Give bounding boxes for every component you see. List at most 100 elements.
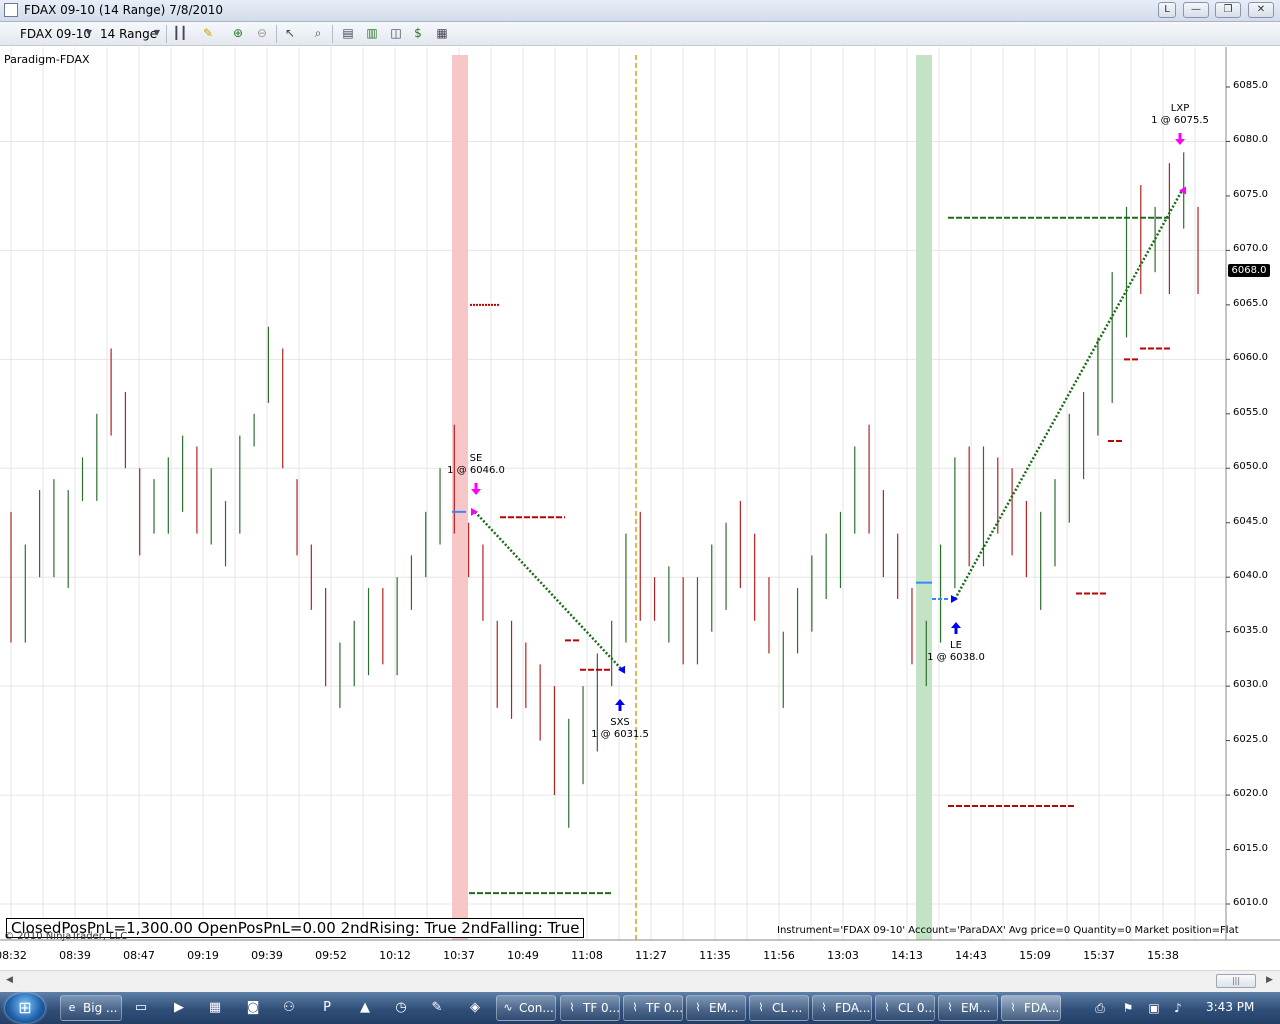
trade-annotation: SE 1 @ 6046.0 — [447, 453, 505, 477]
scroll-thumb[interactable]: ||| — [1216, 974, 1256, 988]
chart-window-icon: ⌇ — [758, 1001, 764, 1014]
taskbar-item-chart-active[interactable]: ⌇ FDA... — [1001, 995, 1061, 1021]
time-axis-label: 08:47 — [123, 949, 155, 962]
scroll-right-icon[interactable]: ▶ — [1266, 975, 1273, 985]
time-axis-label: 11:27 — [635, 949, 667, 962]
price-axis-label: 6070.0 — [1233, 243, 1268, 255]
time-axis-label: 15:09 — [1019, 949, 1051, 962]
taskbar-item-control-center[interactable]: ∿ Con... — [496, 995, 556, 1021]
clock-app-icon[interactable]: ◷ — [392, 999, 410, 1017]
long-entry-zone — [916, 55, 932, 940]
trade-annotation: LE 1 @ 6038.0 — [927, 640, 985, 664]
indicators-icon[interactable]: ▥ — [364, 25, 380, 41]
taskbar-item-chart[interactable]: ⌇ EM... — [686, 995, 746, 1021]
cursor-pointer-icon[interactable]: ↖ — [282, 25, 298, 41]
trade-annotation-label: SE — [469, 453, 483, 464]
trade-annotation-label: SXS — [610, 717, 630, 728]
price-axis-label: 6010.0 — [1233, 897, 1268, 908]
chart-canvas[interactable] — [0, 47, 1280, 970]
instrument-selector[interactable]: FDAX 09-10 — [20, 27, 91, 41]
toolbar-separator — [332, 25, 333, 43]
vlc-cone-icon[interactable]: ▲ — [356, 999, 374, 1017]
time-axis-label: 10:12 — [379, 949, 411, 962]
taskbar-item-chart[interactable]: ⌇ FDA... — [812, 995, 872, 1021]
bar-style-icon[interactable]: ┃┃ — [172, 25, 188, 41]
camera-icon[interactable]: ◙ — [244, 999, 262, 1017]
period-dropdown-icon[interactable]: ▼ — [152, 25, 162, 41]
taskbar-item-chart[interactable]: ⌇ CL 0... — [875, 995, 935, 1021]
trade-annotation-detail: 1 @ 6075.5 — [1151, 115, 1209, 126]
zoom-in-icon[interactable]: ⊕ — [230, 25, 246, 41]
app-launcher-icon[interactable]: ▦ — [206, 999, 224, 1017]
price-axis-label: 6075.0 — [1233, 188, 1268, 200]
chart-window-icon: ⌇ — [947, 1001, 953, 1014]
start-button[interactable]: ⊞ — [5, 993, 45, 1023]
time-axis-label: 10:37 — [443, 949, 475, 962]
chart-window-icon: ⌇ — [821, 1001, 827, 1014]
time-axis-label: 08:39 — [59, 949, 91, 962]
price-axis-label: 6030.0 — [1233, 679, 1268, 691]
price-axis-label: 6060.0 — [1233, 352, 1268, 364]
chart-window-icon: ⌇ — [1010, 1001, 1016, 1014]
minimize-button[interactable]: — — [1183, 2, 1209, 18]
magnifier-icon[interactable]: ⌕ — [310, 25, 326, 41]
toolbar-separator — [166, 25, 167, 43]
properties-icon[interactable]: ▦ — [434, 25, 450, 41]
price-axis-label: 6045.0 — [1233, 515, 1268, 527]
project-icon[interactable]: P — [318, 999, 336, 1017]
chart-window-icon: ⌇ — [884, 1001, 890, 1014]
chart-window-icon: ⌇ — [695, 1001, 701, 1014]
time-axis-label: 15:37 — [1083, 949, 1115, 962]
strategies-icon[interactable]: ◫ — [388, 25, 404, 41]
copyright-text: © 2010 NinjaTrader, LLC — [4, 931, 128, 942]
network-tray-icon[interactable]: ▣ — [1146, 1000, 1162, 1016]
horizontal-scrollbar[interactable]: ◀ ||| ▶ — [0, 970, 1280, 992]
link-button[interactable]: L — [1158, 2, 1176, 18]
time-axis-label: 09:39 — [251, 949, 283, 962]
time-axis-label: 11:56 — [763, 949, 795, 962]
price-axis-label: 6080.0 — [1233, 134, 1268, 146]
close-button[interactable]: ✕ — [1248, 2, 1274, 18]
printer-tray-icon[interactable]: ⎙ — [1092, 1000, 1108, 1016]
pen-tool-icon[interactable]: ✎ — [428, 999, 446, 1017]
trade-annotation-detail: 1 @ 6031.5 — [591, 729, 649, 740]
current-price-badge: 6068.0 — [1228, 264, 1270, 277]
period-selector[interactable]: 14 Range — [100, 27, 157, 41]
flag-tray-icon[interactable]: ⚑ — [1120, 1000, 1136, 1016]
time-axis-label: 11:08 — [571, 949, 603, 962]
time-axis-label: 09:52 — [315, 949, 347, 962]
capture-tool-icon[interactable]: ◈ — [466, 999, 484, 1017]
trade-annotation-label: LXP — [1170, 103, 1190, 114]
media-player-icon[interactable]: ▶ — [170, 999, 188, 1017]
price-axis-label: 6085.0 — [1233, 80, 1268, 91]
time-axis-label: 10:49 — [507, 949, 539, 962]
price-axis-label: 6055.0 — [1233, 406, 1268, 418]
time-axis-label: 08:32 — [0, 949, 27, 962]
time-axis-label: 13:03 — [827, 949, 859, 962]
data-box-icon[interactable]: ▤ — [340, 25, 356, 41]
taskbar-item-chart[interactable]: ⌇ CL ... — [749, 995, 809, 1021]
dollar-icon[interactable]: $ — [410, 25, 426, 41]
window-title-bar[interactable]: FDAX 09-10 (14 Range) 7/8/2010 L — ❐ ✕ — [0, 0, 1280, 22]
drawing-pencil-icon[interactable]: ✎ — [200, 25, 216, 41]
taskbar-item-browser[interactable]: e Big ... — [60, 995, 122, 1021]
instrument-dropdown-icon[interactable]: ▼ — [84, 25, 94, 41]
network-tool-icon[interactable]: ⚇ — [280, 999, 298, 1017]
price-chart[interactable]: Paradigm-FDAX ClosedPosPnL=1,300.00 Open… — [0, 47, 1280, 970]
taskbar-item-chart[interactable]: ⌇ EM... — [938, 995, 998, 1021]
price-axis-label: 6015.0 — [1233, 842, 1268, 854]
volume-tray-icon[interactable]: ♪ — [1170, 1000, 1186, 1016]
trade-annotation-label: LE — [950, 640, 962, 651]
folder-icon[interactable]: ▭ — [132, 999, 150, 1017]
scroll-left-icon[interactable]: ◀ — [6, 975, 13, 985]
taskbar-item-chart[interactable]: ⌇ TF 0... — [623, 995, 683, 1021]
zoom-out-icon[interactable]: ⊖ — [254, 25, 270, 41]
trade-annotation-detail: 1 @ 6046.0 — [447, 465, 505, 476]
taskbar-item-chart[interactable]: ⌇ TF 0... — [560, 995, 620, 1021]
trade-annotation: LXP 1 @ 6075.5 — [1151, 103, 1209, 127]
toolbar-separator — [276, 25, 277, 43]
strategy-label: Paradigm-FDAX — [4, 53, 90, 66]
plot-area — [0, 47, 1226, 940]
maximize-button[interactable]: ❐ — [1215, 2, 1241, 18]
price-axis-label: 6040.0 — [1233, 570, 1268, 582]
